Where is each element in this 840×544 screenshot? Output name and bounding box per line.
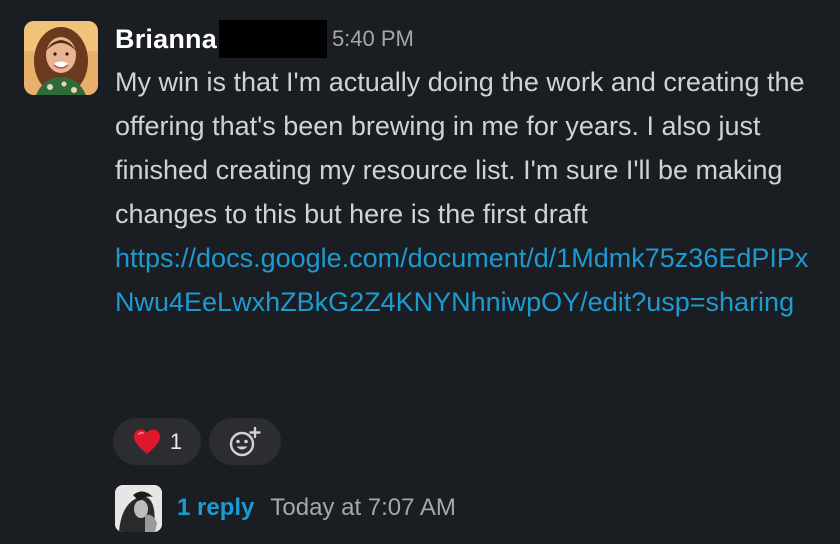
reaction-heart-button[interactable]: 1 (113, 418, 201, 465)
message-header: Brianna 5:40 PM (115, 19, 414, 59)
author-name[interactable]: Brianna (115, 24, 217, 55)
message: Brianna 5:40 PM My win is that I'm actua… (0, 0, 840, 544)
thread-summary[interactable]: 1 reply Today at 7:07 AM (115, 484, 456, 532)
message-body: My win is that I'm actually doing the wo… (115, 60, 825, 324)
reply-count-link[interactable]: 1 reply (177, 494, 254, 522)
reaction-count: 1 (169, 428, 183, 454)
author-avatar-image (24, 21, 98, 95)
document-link[interactable]: https://docs.google.com/document/d/1Mdmk… (115, 236, 825, 324)
message-timestamp[interactable]: 5:40 PM (332, 26, 414, 52)
last-reply-time: Today at 7:07 AM (270, 494, 456, 521)
red-heart-icon (133, 429, 160, 454)
add-reaction-button[interactable] (209, 418, 281, 465)
author-avatar[interactable] (24, 21, 98, 95)
message-text: My win is that I'm actually doing the wo… (115, 67, 805, 229)
reply-author-avatar-image (115, 484, 162, 532)
reactions-bar: 1 (113, 418, 281, 465)
redaction-bar (218, 20, 327, 58)
add-emoji-icon (229, 426, 261, 456)
reply-author-avatar[interactable] (115, 484, 162, 532)
